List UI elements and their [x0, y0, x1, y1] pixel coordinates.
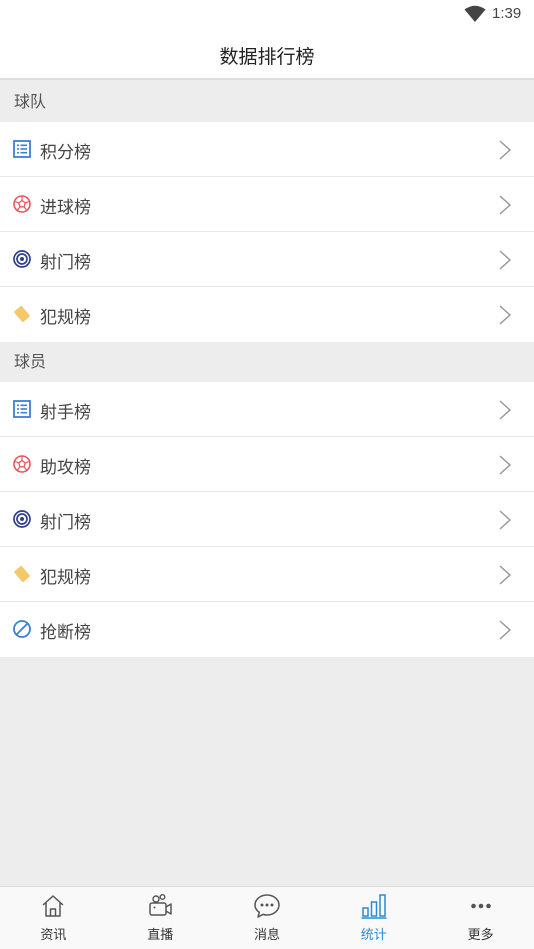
block-icon: [13, 620, 31, 638]
row-player-scorers[interactable]: 射手榜: [0, 382, 534, 437]
row-player-fouls[interactable]: 犯规榜: [0, 547, 534, 602]
chevron-right-icon: [499, 455, 512, 475]
table-list-icon: [13, 140, 31, 158]
target-icon: [13, 250, 31, 268]
row-player-tackles[interactable]: 抢断榜: [0, 602, 534, 657]
more-dots-icon: [470, 903, 491, 909]
chevron-right-icon: [499, 620, 512, 640]
soccer-ball-icon: [13, 455, 31, 473]
section-team: 积分榜 进球榜 射门榜 犯规榜: [0, 122, 534, 342]
tab-label: 更多: [467, 928, 494, 943]
page-title: 数据排行榜: [219, 46, 315, 68]
chevron-right-icon: [499, 250, 512, 270]
status-time: 1:39: [492, 5, 522, 22]
video-camera-icon: [149, 894, 172, 916]
tab-label: 直播: [147, 928, 174, 943]
tab-label: 资讯: [40, 928, 67, 943]
section-header-player: 球员: [0, 342, 534, 382]
soccer-ball-icon: [13, 195, 31, 213]
target-icon: [13, 510, 31, 528]
chevron-right-icon: [499, 140, 512, 160]
chevron-right-icon: [499, 565, 512, 585]
ranking-list: 球队 积分榜 进球榜 射门榜 犯规榜 球员 射手榜 助攻榜 射门榜 犯规榜 抢断…: [0, 82, 534, 657]
bar-chart-icon: [361, 894, 387, 919]
app-header: 数据排行榜: [0, 30, 534, 80]
row-label: 射门榜: [40, 513, 91, 533]
tab-label: 统计: [360, 928, 387, 943]
section-player: 射手榜 助攻榜 射门榜 犯规榜 抢断榜: [0, 382, 534, 657]
row-label: 抢断榜: [40, 623, 91, 643]
section-header-team: 球队: [0, 82, 534, 122]
chevron-right-icon: [499, 305, 512, 325]
chevron-right-icon: [499, 195, 512, 215]
row-player-shots[interactable]: 射门榜: [0, 492, 534, 547]
chat-bubble-icon: [254, 894, 280, 918]
chevron-right-icon: [499, 510, 512, 530]
row-label: 进球榜: [40, 198, 91, 218]
row-player-assists[interactable]: 助攻榜: [0, 437, 534, 492]
status-bar: 1:39: [0, 0, 534, 30]
row-label: 积分榜: [40, 143, 91, 163]
tab-label: 消息: [253, 928, 280, 943]
row-team-goals[interactable]: 进球榜: [0, 177, 534, 232]
home-icon: [42, 895, 64, 917]
tab-more[interactable]: 更多: [427, 887, 534, 949]
wifi-icon: [464, 5, 486, 22]
row-team-fouls[interactable]: 犯规榜: [0, 287, 534, 342]
row-label: 射手榜: [40, 403, 91, 423]
tab-messages[interactable]: 消息: [214, 887, 321, 949]
table-list-icon: [13, 400, 31, 418]
row-label: 犯规榜: [40, 568, 91, 588]
row-label: 射门榜: [40, 253, 91, 273]
tab-live[interactable]: 直播: [107, 887, 214, 949]
yellow-card-icon: [14, 565, 30, 583]
row-team-shots[interactable]: 射门榜: [0, 232, 534, 287]
yellow-card-icon: [14, 305, 30, 323]
row-label: 助攻榜: [40, 458, 91, 478]
row-team-standings[interactable]: 积分榜: [0, 122, 534, 177]
bottom-tab-bar: 资讯 直播 消息 统计 更多: [0, 886, 534, 949]
tab-stats[interactable]: 统计: [320, 887, 427, 949]
tab-news[interactable]: 资讯: [0, 887, 107, 949]
row-label: 犯规榜: [40, 308, 91, 328]
chevron-right-icon: [499, 400, 512, 420]
